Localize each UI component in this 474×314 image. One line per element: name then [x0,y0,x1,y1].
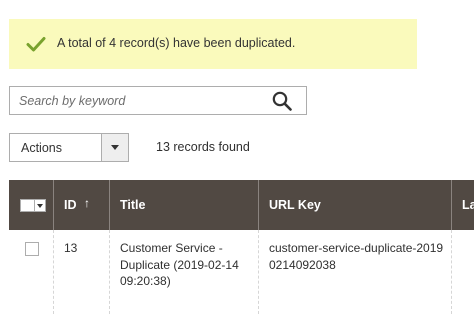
chevron-down-icon [111,145,119,150]
mass-select-checkbox[interactable] [20,199,35,212]
checkmark-icon [26,37,46,52]
grid-header: ID ↑ Title URL Key Layo [9,180,474,230]
column-layout-label: Layo [462,198,474,212]
keyword-search [9,86,307,115]
actions-toggle[interactable] [101,134,128,161]
row-select-cell [9,230,54,314]
column-header-url-key[interactable]: URL Key [259,180,452,230]
success-message: A total of 4 record(s) have been duplica… [9,19,417,69]
row-id-cell: 13 [54,230,110,314]
actions-label: Actions [21,141,62,155]
column-header-id[interactable]: ID ↑ [54,180,110,230]
data-grid: ID ↑ Title URL Key Layo 13 Customer Serv… [9,180,474,314]
column-id-label: ID [64,198,77,212]
row-url-key: customer-service-duplicate-2019021409203… [269,241,444,272]
search-icon[interactable] [272,91,292,111]
search-input[interactable] [10,87,260,114]
column-url-key-label: URL Key [269,198,321,212]
table-row: 13 Customer Service - Duplicate (2019-02… [9,230,474,314]
column-header-title[interactable]: Title [110,180,259,230]
mass-select-toggle[interactable] [35,199,46,212]
row-layout-cell [452,230,474,314]
row-title: Customer Service - Duplicate (2019-02-14… [120,241,239,288]
sort-ascending-icon: ↑ [84,196,90,210]
column-header-layout[interactable]: Layo [452,180,474,230]
success-message-text: A total of 4 record(s) have been duplica… [57,36,296,50]
row-title-cell: Customer Service - Duplicate (2019-02-14… [110,230,259,314]
column-mass-select [9,180,54,230]
records-count: 13 records found [156,140,250,154]
row-id: 13 [64,241,78,255]
column-title-label: Title [120,198,146,212]
actions-dropdown[interactable]: Actions [9,133,129,162]
row-url-key-cell: customer-service-duplicate-2019021409203… [259,230,452,314]
row-checkbox[interactable] [25,242,39,256]
